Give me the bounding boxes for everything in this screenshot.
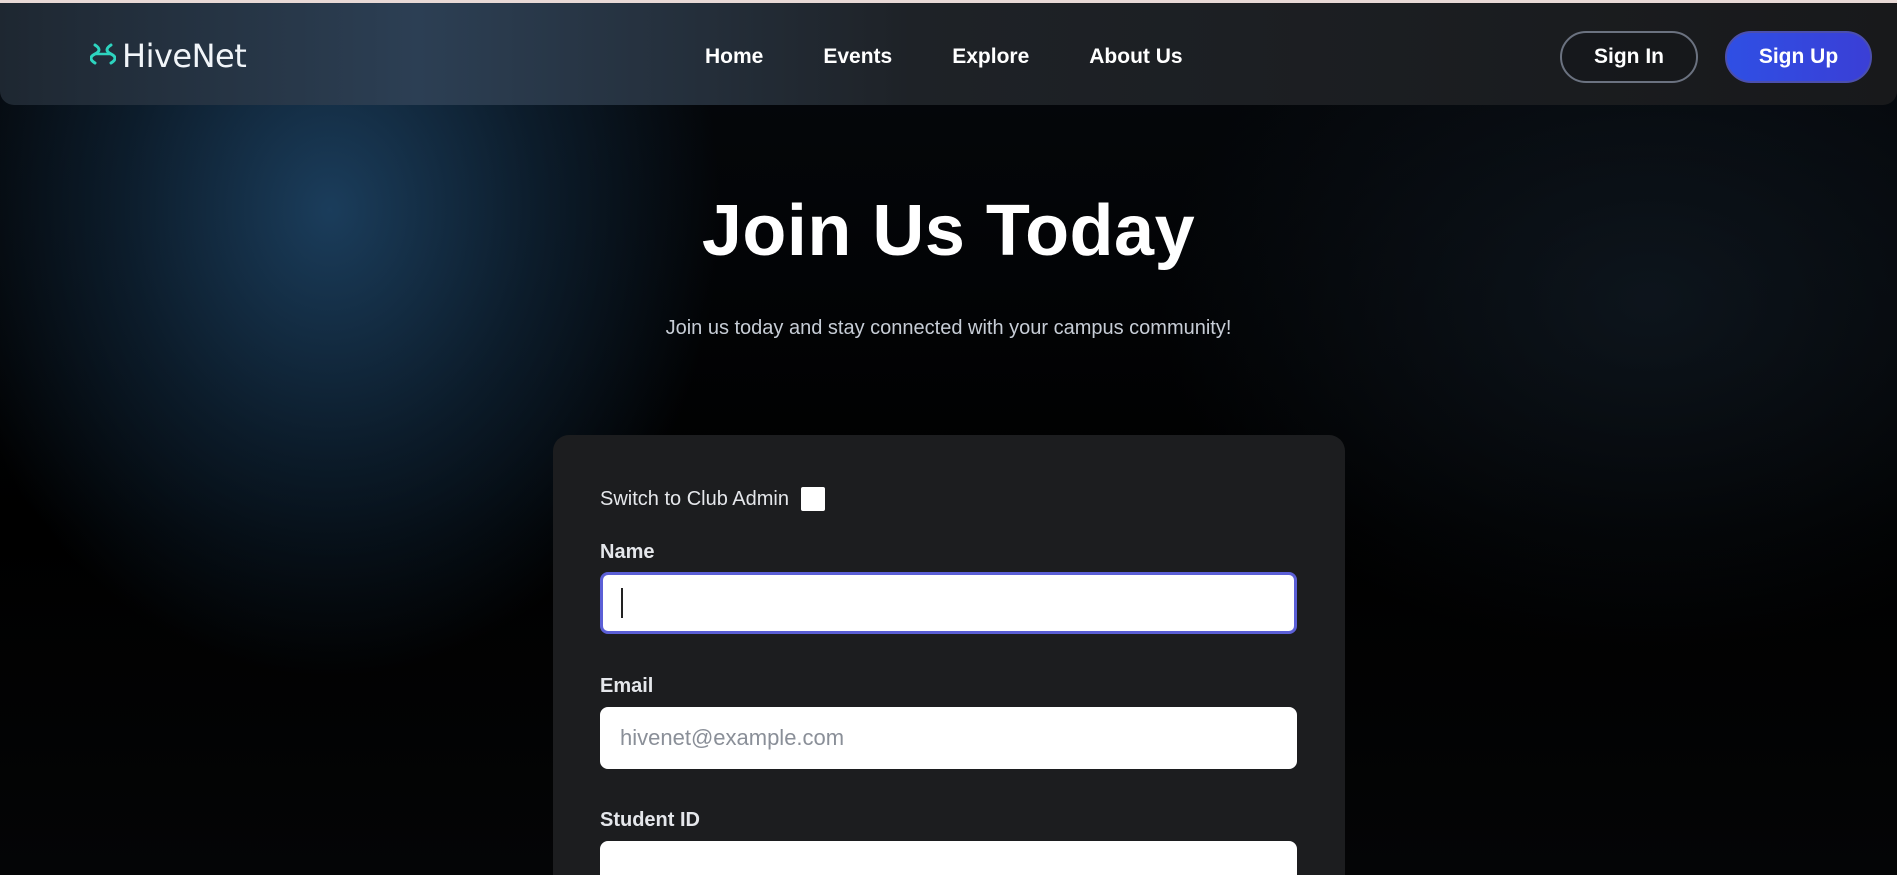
- sign-in-button[interactable]: Sign In: [1560, 31, 1698, 83]
- text-caret: [621, 588, 623, 618]
- name-label: Name: [600, 541, 655, 563]
- page-title: Join Us Today: [701, 191, 1196, 271]
- club-admin-toggle-row: Switch to Club Admin: [600, 487, 825, 511]
- email-field[interactable]: hivenet@example.com: [600, 707, 1297, 769]
- nav-link-explore[interactable]: Explore: [952, 45, 1029, 69]
- student-id-field[interactable]: [600, 841, 1297, 875]
- main-nav: Home Events Explore About Us: [705, 45, 1243, 69]
- club-admin-checkbox[interactable]: [800, 487, 825, 511]
- hivenet-logo-icon: [89, 41, 117, 72]
- nav-link-about-us[interactable]: About Us: [1089, 45, 1182, 69]
- nav-link-events[interactable]: Events: [823, 45, 892, 69]
- nav-link-home[interactable]: Home: [705, 45, 763, 69]
- email-placeholder: hivenet@example.com: [620, 725, 845, 750]
- page-subtitle: Join us today and stay connected with yo…: [665, 317, 1232, 339]
- sign-up-button[interactable]: Sign Up: [1725, 31, 1872, 83]
- top-navbar: HiveNet Home Events Explore About Us Sig…: [0, 3, 1897, 105]
- signup-form-card: Switch to Club Admin Name Email hivenet@…: [553, 435, 1345, 875]
- student-id-label: Student ID: [600, 809, 700, 831]
- email-label: Email: [600, 675, 654, 697]
- club-admin-toggle-label: Switch to Club Admin: [600, 487, 789, 510]
- name-field[interactable]: [600, 572, 1297, 634]
- brand-logo[interactable]: HiveNet: [89, 37, 247, 75]
- brand-name: HiveNet: [122, 37, 247, 75]
